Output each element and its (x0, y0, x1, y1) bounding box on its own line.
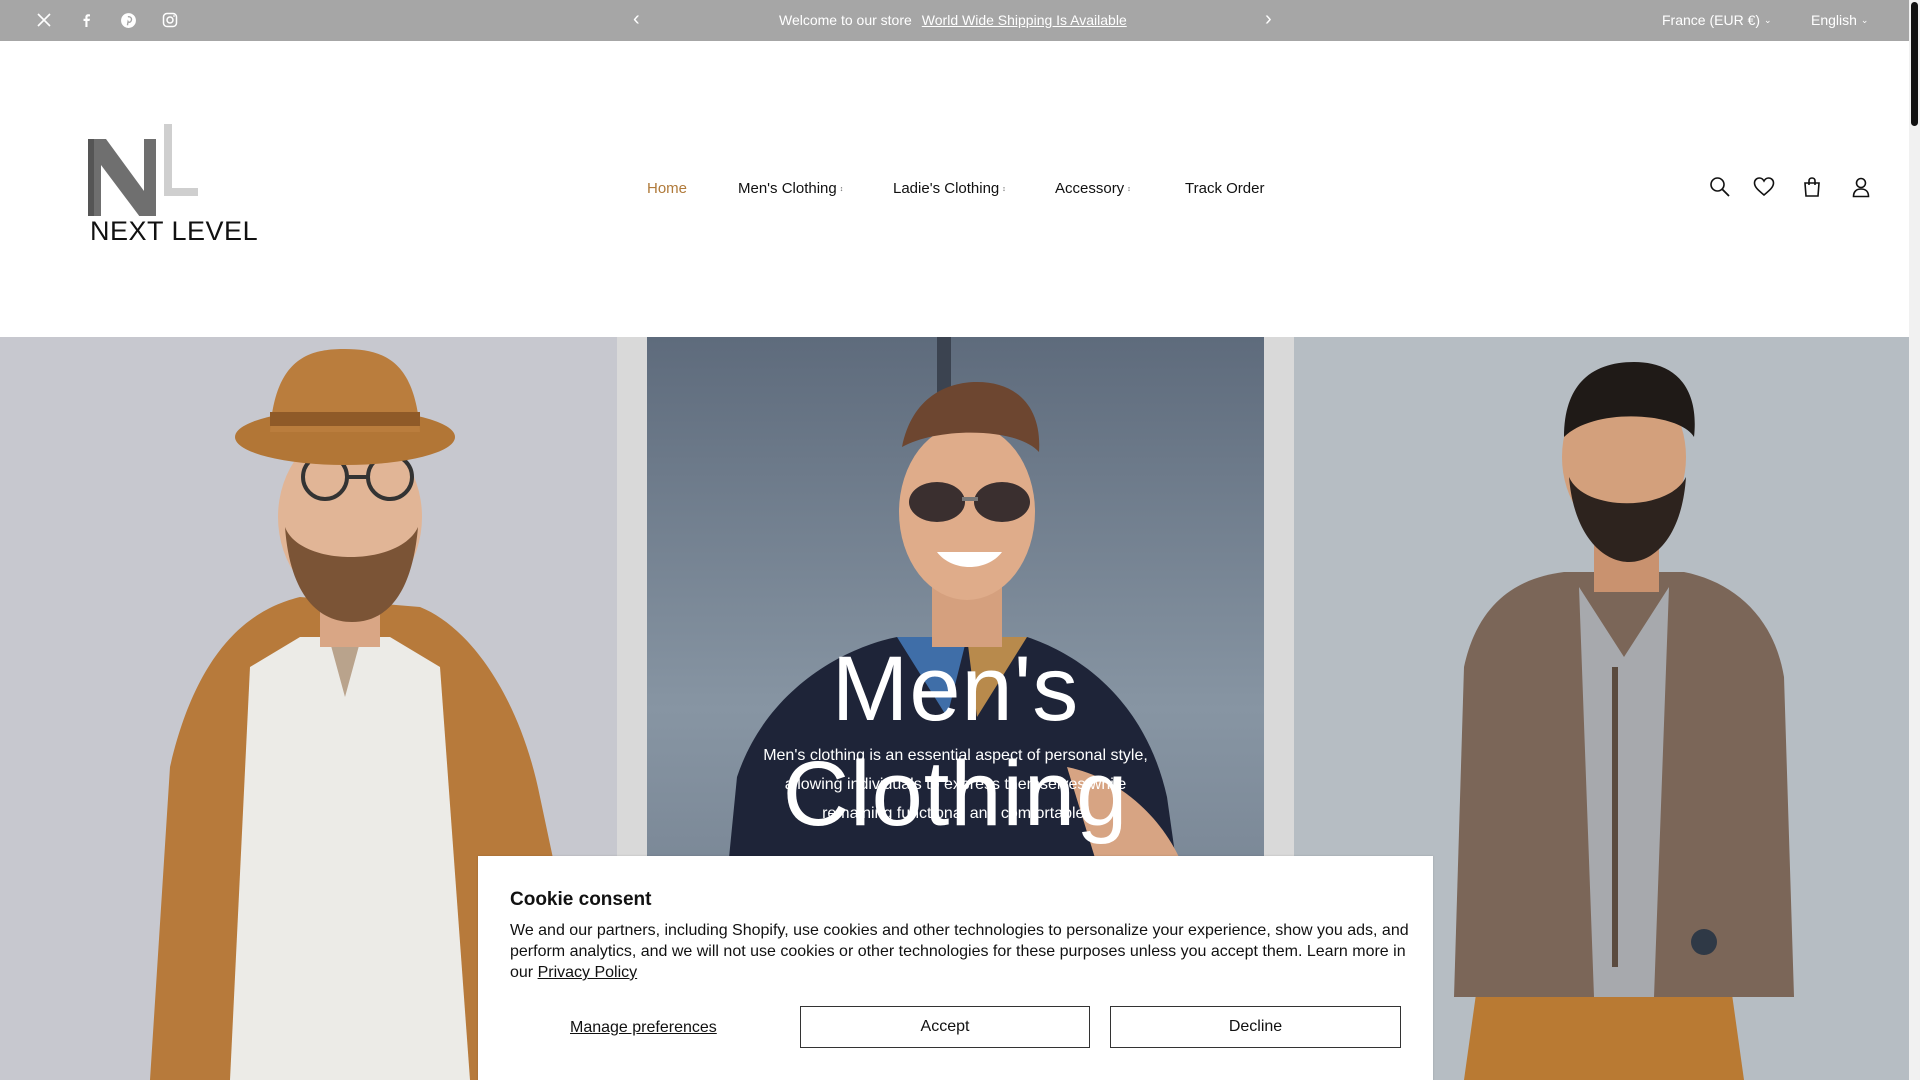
hero-text-line: Men's clothing is an essential aspect of… (763, 747, 1148, 764)
site-header: NEXT LEVEL Home Men's Clothing ↕ Ladie's … (0, 41, 1909, 337)
country-selector[interactable]: France (EUR €) ⌄ (1662, 12, 1772, 28)
cart-icon[interactable] (1800, 175, 1824, 199)
welcome-text: Welcome to our store (779, 12, 912, 28)
nav-item-mens-clothing[interactable]: Men's Clothing ↕ (738, 180, 843, 197)
nav-item-label: Men's Clothing (738, 180, 837, 197)
decline-button[interactable]: Decline (1110, 1006, 1401, 1048)
nav-item-track-order[interactable]: Track Order (1185, 180, 1264, 197)
accept-button[interactable]: Accept (800, 1006, 1090, 1048)
language-selector[interactable]: English ⌄ (1811, 12, 1868, 28)
announcement-bar: ‹ Welcome to our store World Wide Shippi… (0, 0, 1909, 41)
announcement: Welcome to our store World Wide Shipping… (779, 12, 1127, 28)
hero-description: Men's clothing is an essential aspect of… (647, 741, 1264, 828)
social-links (34, 10, 180, 30)
chevron-down-icon: ⌄ (1860, 15, 1869, 25)
announcement-prev-button[interactable]: ‹ (633, 9, 640, 29)
nav-item-accessory[interactable]: Accessory ↕ (1055, 180, 1131, 197)
instagram-icon[interactable] (160, 10, 180, 30)
logo[interactable]: NEXT LEVEL (86, 121, 258, 251)
language-label: English (1811, 12, 1857, 28)
chevron-down-icon: ↕ (1127, 186, 1131, 193)
cookie-body-text: We and our partners, including Shopify, … (510, 922, 1409, 981)
country-label: France (EUR €) (1662, 12, 1761, 28)
shipping-link[interactable]: World Wide Shipping Is Available (922, 12, 1127, 28)
chevron-down-icon: ↕ (839, 186, 844, 193)
nav-item-label: Accessory (1055, 180, 1125, 197)
cookie-body: We and our partners, including Shopify, … (510, 920, 1410, 983)
chevron-down-icon: ↕ (1002, 186, 1006, 193)
nav-item-label: Home (647, 180, 688, 197)
wishlist-icon[interactable] (1752, 175, 1776, 199)
privacy-policy-link[interactable]: Privacy Policy (538, 964, 638, 981)
logo-mark-icon (88, 124, 198, 217)
nav-item-ladies-clothing[interactable]: Ladie's Clothing ↕ (893, 180, 1006, 197)
nav-item-home[interactable]: Home (647, 180, 687, 197)
cookie-consent-dialog: Cookie consent We and our partners, incl… (478, 856, 1433, 1080)
pinterest-icon[interactable] (118, 10, 138, 30)
chevron-down-icon: ⌄ (1764, 15, 1772, 25)
account-icon[interactable] (1849, 175, 1873, 199)
nav-item-label: Track Order (1185, 180, 1265, 197)
nav-item-label: Ladie's Clothing (893, 180, 1000, 197)
announcement-next-button[interactable]: › (1265, 9, 1272, 29)
search-icon[interactable] (1708, 175, 1732, 199)
scrollbar-thumb[interactable] (1911, 2, 1918, 126)
facebook-icon[interactable] (76, 10, 96, 30)
manage-preferences-button[interactable]: Manage preferences (570, 1019, 717, 1037)
hero-text-line: allowing individuals to express themselv… (784, 776, 1127, 793)
logo-text: NEXT LEVEL (90, 216, 259, 246)
x-icon[interactable] (34, 10, 54, 30)
hero-text-line: remaining functional and comfortable. (822, 805, 1089, 822)
cookie-title: Cookie consent (510, 889, 652, 910)
page-scrollbar[interactable] (1909, 0, 1920, 1080)
